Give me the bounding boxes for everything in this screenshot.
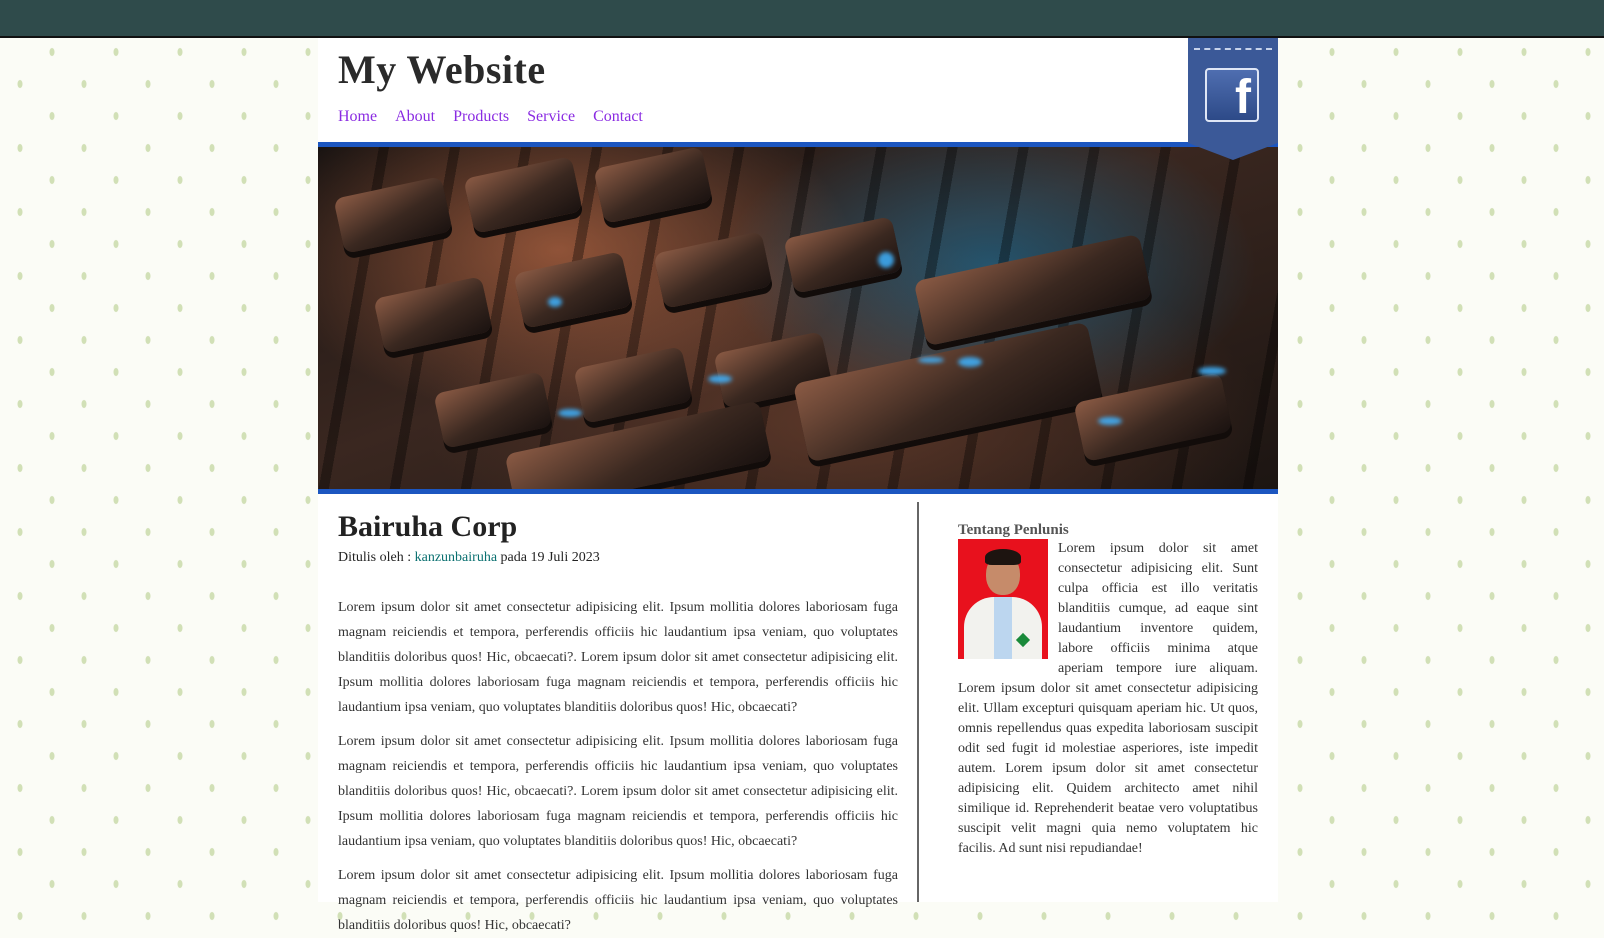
key-glow <box>708 375 732 383</box>
main-nav: Home About Products Service Contact <box>338 108 643 126</box>
keyboard-key <box>573 346 693 424</box>
ribbon-stitch <box>1194 48 1272 50</box>
facebook-glyph: f <box>1235 71 1251 124</box>
article-paragraph: Lorem ipsum dolor sit amet consectetur a… <box>338 734 898 849</box>
photo-hair <box>985 549 1021 565</box>
column-divider <box>917 502 919 902</box>
nav-products-link[interactable]: Products <box>453 108 509 126</box>
key-glow <box>878 252 894 268</box>
hero-keyboard-image <box>318 142 1278 494</box>
keyboard-key <box>373 276 493 354</box>
photo-shirt <box>994 597 1012 659</box>
nav-about-link[interactable]: About <box>395 108 435 126</box>
keyboard-key <box>513 251 633 329</box>
author-link[interactable]: kanzunbairuha <box>415 550 497 565</box>
page-container: My Website Home About Products Service C… <box>318 38 1278 933</box>
facebook-ribbon-button[interactable]: f <box>1188 38 1278 160</box>
nav-service-link[interactable]: Service <box>527 108 575 126</box>
keyboard-key <box>913 233 1153 347</box>
key-glow <box>918 357 944 363</box>
key-glow <box>558 409 582 417</box>
article-paragraph: Lorem ipsum dolor sit amet consectetur a… <box>338 868 898 933</box>
sidebar-heading: Tentang Penlunis <box>958 522 1069 538</box>
keyboard-key <box>653 231 773 309</box>
keyboard-key <box>792 321 1104 463</box>
facebook-icon: f <box>1205 68 1259 122</box>
sidebar: Tentang Penlunis Lorem ipsum dolor sit a… <box>958 521 1258 859</box>
key-glow <box>1098 417 1122 425</box>
keyboard-key <box>333 176 453 254</box>
site-title: My Website <box>338 47 546 92</box>
key-glow <box>548 297 562 307</box>
key-glow <box>958 357 982 367</box>
article-byline: Ditulis oleh : kanzunbairuha pada 19 Jul… <box>338 550 898 566</box>
keyboard-key <box>463 156 583 234</box>
article-title: Bairuha Corp <box>338 510 518 543</box>
key-glow <box>1198 367 1226 375</box>
top-bar <box>0 0 1604 38</box>
author-photo <box>958 539 1048 659</box>
keyboard-key <box>433 371 553 449</box>
nav-home-link[interactable]: Home <box>338 108 377 126</box>
byline-prefix: Ditulis oleh : <box>338 550 415 565</box>
article-paragraph: Lorem ipsum dolor sit amet consectetur a… <box>338 600 898 715</box>
nav-contact-link[interactable]: Contact <box>593 108 643 126</box>
byline-date: pada 19 Juli 2023 <box>497 550 600 565</box>
keyboard-key <box>593 147 713 224</box>
article: Bairuha Corp Ditulis oleh : kanzunbairuh… <box>338 510 898 938</box>
